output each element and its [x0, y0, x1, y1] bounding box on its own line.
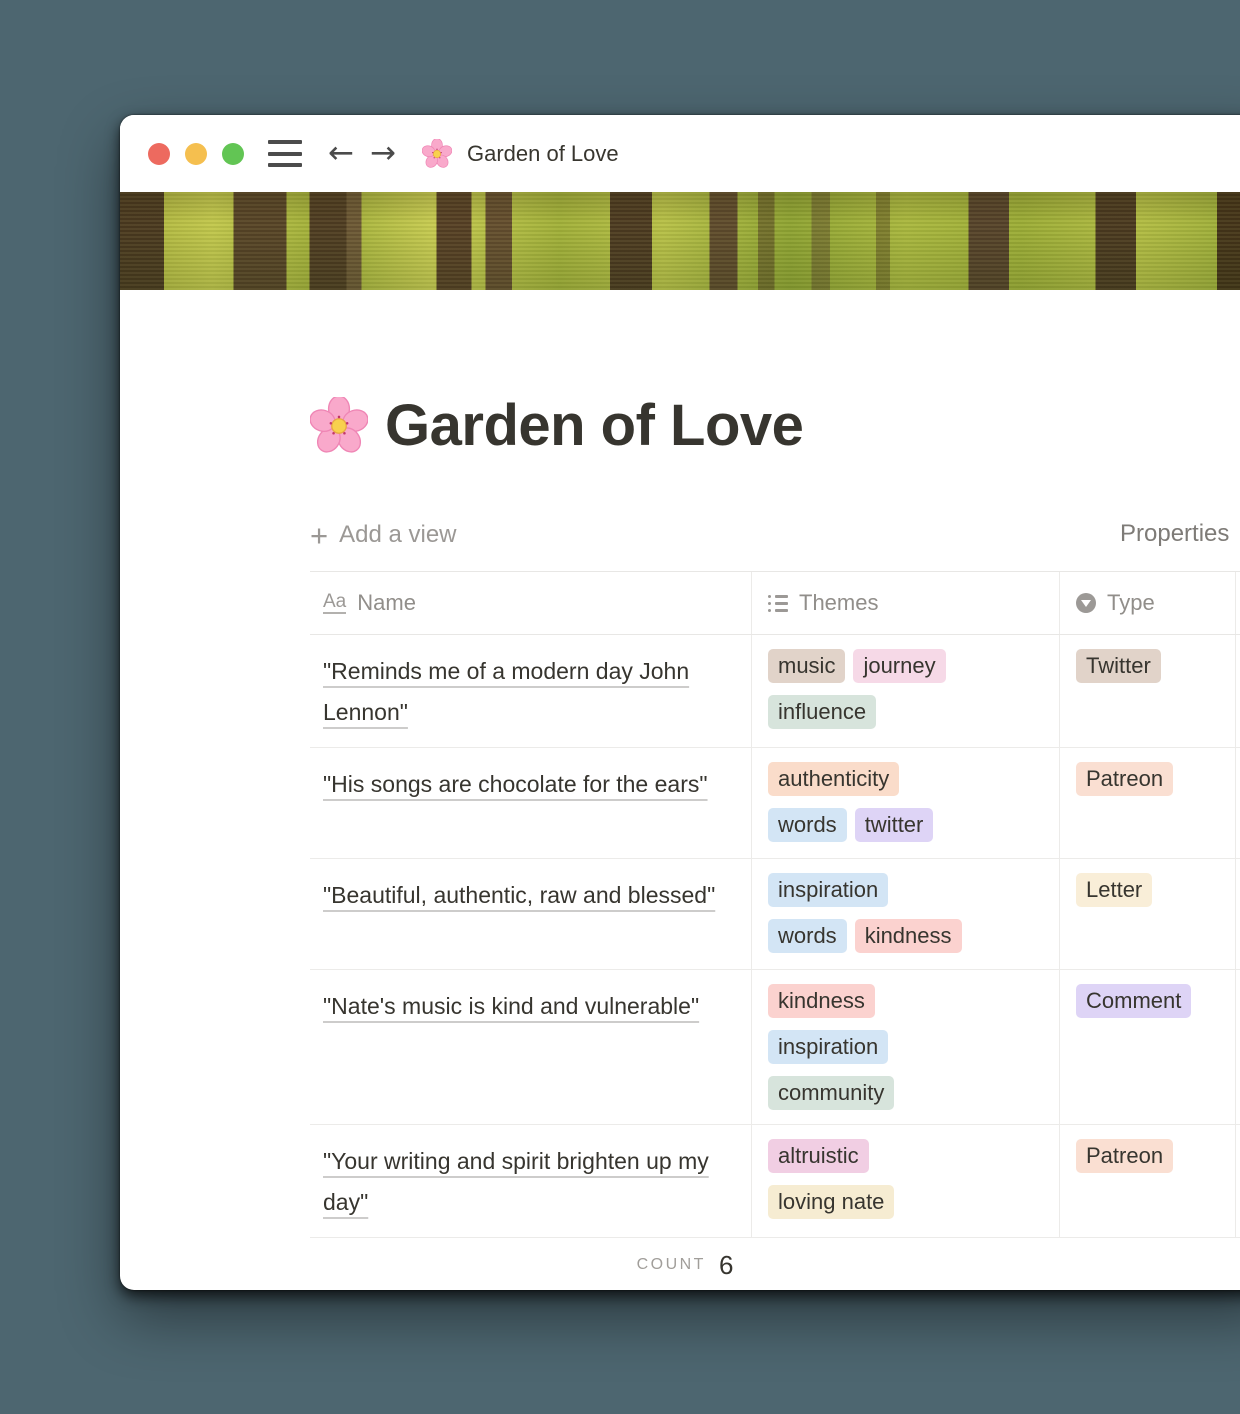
page-body: Garden of Love + Add a view Properties A… [120, 392, 1240, 1290]
select-icon [1076, 593, 1096, 613]
name-cell[interactable]: "Reminds me of a modern day John Lennon" [310, 635, 752, 747]
column-header-name[interactable]: Aa Name [310, 572, 752, 634]
page-title[interactable]: Garden of Love [385, 392, 803, 459]
bulleted-list-icon [768, 595, 788, 612]
desktop: { "colors": { "background": "#4d6670", "… [0, 0, 1240, 1414]
tag-line: wordstwitter [768, 808, 933, 842]
theme-tag: influence [768, 695, 876, 729]
type-tag: Letter [1076, 873, 1152, 907]
row-filler [1236, 1125, 1240, 1237]
text-icon: Aa [323, 592, 346, 615]
theme-tag: altruistic [768, 1139, 869, 1173]
theme-tag: inspiration [768, 873, 888, 907]
forward-arrow-icon[interactable]: → [370, 138, 396, 169]
name-cell[interactable]: "Your writing and spirit brighten up my … [310, 1125, 752, 1237]
traffic-lights [148, 143, 244, 165]
header-filler [1236, 572, 1240, 634]
row-filler [1236, 748, 1240, 858]
cherry-blossom-icon [310, 397, 368, 455]
tag-line: loving nate [768, 1185, 894, 1219]
column-label: Type [1107, 590, 1155, 616]
plus-icon: + [310, 520, 328, 551]
type-cell[interactable]: Patreon [1060, 1125, 1236, 1237]
theme-tag: authenticity [768, 762, 899, 796]
tag-line: community [768, 1076, 894, 1110]
column-label: Themes [799, 590, 878, 616]
type-tag: Patreon [1076, 762, 1173, 796]
row-filler [1236, 970, 1240, 1124]
zoom-window-button[interactable] [222, 143, 244, 165]
tag-line: influence [768, 695, 876, 729]
table-row: "His songs are chocolate for the ears" au… [310, 748, 1240, 859]
tag-line: kindness [768, 984, 875, 1018]
theme-tag: words [768, 919, 847, 953]
count-value: 6 [719, 1250, 733, 1281]
table-rows: "Reminds me of a modern day John Lennon"… [310, 635, 1240, 1238]
type-cell[interactable]: Patreon [1060, 748, 1236, 858]
type-cell[interactable]: Comment [1060, 970, 1236, 1124]
theme-tag: loving nate [768, 1185, 894, 1219]
tag-line: inspiration [768, 873, 888, 907]
theme-tag: twitter [855, 808, 934, 842]
close-window-button[interactable] [148, 143, 170, 165]
properties-button[interactable]: Properties [1120, 520, 1229, 548]
add-view-button[interactable]: + Add a view [310, 520, 457, 551]
back-arrow-icon[interactable]: ← [328, 138, 354, 169]
row-name[interactable]: "Your writing and spirit brighten up my … [323, 1148, 709, 1215]
theme-tag: words [768, 808, 847, 842]
themes-cell[interactable]: altruistic loving nate [752, 1125, 1060, 1237]
page-title-row: Garden of Love [310, 392, 1240, 459]
theme-tag: kindness [855, 919, 962, 953]
count-footer[interactable]: COUNT 6 [310, 1238, 1060, 1290]
column-header-themes[interactable]: Themes [752, 572, 1060, 634]
cherry-blossom-icon [422, 139, 452, 169]
table-header-row: Aa Name Themes Type [310, 571, 1240, 635]
table-row: "Your writing and spirit brighten up my … [310, 1125, 1240, 1238]
row-name[interactable]: "Nate's music is kind and vulnerable" [323, 993, 699, 1019]
theme-tag: inspiration [768, 1030, 888, 1064]
name-cell[interactable]: "His songs are chocolate for the ears" [310, 748, 752, 858]
theme-tag: kindness [768, 984, 875, 1018]
column-label: Name [357, 590, 416, 616]
type-cell[interactable]: Twitter [1060, 635, 1236, 747]
row-name[interactable]: "Beautiful, authentic, raw and blessed" [323, 882, 715, 908]
themes-cell[interactable]: kindness inspiration community [752, 970, 1060, 1124]
table-row: "Reminds me of a modern day John Lennon"… [310, 635, 1240, 748]
tag-line: authenticity [768, 762, 899, 796]
type-tag: Comment [1076, 984, 1191, 1018]
type-cell[interactable]: Letter [1060, 859, 1236, 969]
add-view-label: Add a view [339, 521, 456, 549]
table-row: "Nate's music is kind and vulnerable" kin… [310, 970, 1240, 1125]
count-label: COUNT [637, 1256, 706, 1274]
name-cell[interactable]: "Nate's music is kind and vulnerable" [310, 970, 752, 1124]
app-window: ← → Garden of Love Garden of Love + Add … [120, 115, 1240, 1290]
type-tag: Twitter [1076, 649, 1161, 683]
type-tag: Patreon [1076, 1139, 1173, 1173]
tag-line: wordskindness [768, 919, 962, 953]
window-document-title: Garden of Love [467, 141, 619, 167]
themes-cell[interactable]: authenticity wordstwitter [752, 748, 1060, 858]
tag-line: inspiration [768, 1030, 888, 1064]
window-titlebar: ← → Garden of Love [120, 115, 1240, 192]
tag-line: musicjourney [768, 649, 946, 683]
row-filler [1236, 859, 1240, 969]
minimize-window-button[interactable] [185, 143, 207, 165]
theme-tag: journey [853, 649, 945, 683]
cover-image [120, 192, 1240, 290]
theme-tag: music [768, 649, 845, 683]
database-table: Aa Name Themes Type "Reminds me of a mod… [310, 571, 1240, 1290]
themes-cell[interactable]: inspiration wordskindness [752, 859, 1060, 969]
column-header-type[interactable]: Type [1060, 572, 1236, 634]
menu-icon[interactable] [268, 140, 302, 167]
themes-cell[interactable]: musicjourney influence [752, 635, 1060, 747]
row-filler [1236, 635, 1240, 747]
view-toolbar: + Add a view Properties [310, 513, 1240, 557]
theme-tag: community [768, 1076, 894, 1110]
tag-line: altruistic [768, 1139, 869, 1173]
name-cell[interactable]: "Beautiful, authentic, raw and blessed" [310, 859, 752, 969]
row-name[interactable]: "Reminds me of a modern day John Lennon" [323, 658, 689, 725]
row-name[interactable]: "His songs are chocolate for the ears" [323, 771, 708, 797]
table-row: "Beautiful, authentic, raw and blessed" i… [310, 859, 1240, 970]
